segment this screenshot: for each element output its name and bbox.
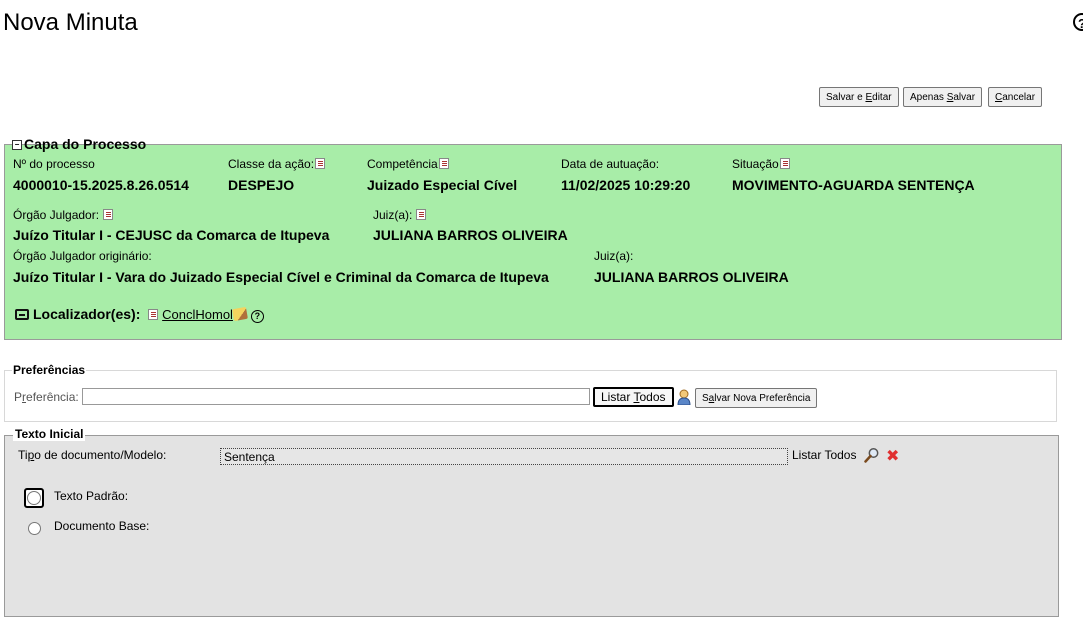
list-icon[interactable]	[779, 158, 790, 169]
button-label: alvar	[953, 91, 976, 103]
preferencias-legend: Preferências	[12, 363, 87, 377]
juiz-label: Juiz(a):	[373, 208, 427, 222]
button-label: Apenas	[910, 91, 947, 103]
locator-icon	[15, 309, 29, 320]
listar-todos-button[interactable]: Listar Todos	[593, 387, 674, 407]
juiz-value: JULIANA BARROS OLIVEIRA	[373, 227, 568, 243]
tipo-documento-input[interactable]: Sentença	[220, 448, 788, 465]
competencia-label: Competência	[367, 157, 449, 171]
label-part: o de documento/Modelo:	[34, 448, 167, 462]
classe-label-text: Classe da ação:	[228, 157, 315, 171]
texto-inicial-legend: Texto Inicial	[13, 427, 86, 441]
preferencia-label: Preferência:	[14, 390, 79, 404]
list-icon[interactable]	[438, 158, 449, 169]
button-label: ancelar	[1002, 91, 1036, 103]
competencia-label-text: Competência	[367, 157, 438, 171]
juiz-label-text: Juiz(a):	[373, 208, 413, 222]
competencia-value: Juizado Especial Cível	[367, 177, 518, 193]
localizador-row: Localizador(es): ConclHomol ?	[15, 306, 264, 323]
label-part: Ti	[18, 448, 28, 462]
autuacao-value: 11/02/2025 10:29:20	[561, 177, 691, 193]
edit-icon[interactable]	[232, 306, 248, 322]
button-label: S	[702, 392, 709, 404]
preferencia-input[interactable]	[82, 388, 590, 405]
salvar-editar-button[interactable]: Salvar e Editar	[819, 87, 899, 107]
juiz-originario-label: Juiz(a):	[594, 249, 634, 263]
help-icon[interactable]: ?	[250, 310, 264, 323]
tipo-documento-label: Tipo de documento/Modelo:	[18, 448, 166, 462]
help-icon[interactable]: ?	[1073, 13, 1083, 31]
capa-processo-legend[interactable]: − Capa do Processo	[12, 136, 146, 152]
orgao-originario-label: Órgão Julgador originário:	[13, 249, 152, 263]
situacao-label-text: Situação	[732, 157, 779, 171]
button-label: odos	[639, 390, 666, 404]
orgao-originario-value: Juízo Titular I - Vara do Juizado Especi…	[13, 269, 549, 285]
texto-padrao-label: Texto Padrão:	[54, 489, 129, 503]
button-label: lvar Nova Preferência	[714, 392, 811, 404]
localizador-label: Localizador(es):	[33, 306, 141, 322]
label-part: eferência:	[26, 390, 79, 404]
texto-padrao-radio[interactable]	[27, 491, 41, 505]
documento-base-label: Documento Base:	[54, 519, 150, 533]
apenas-salvar-button[interactable]: Apenas Salvar	[903, 87, 983, 107]
button-label: Listar	[601, 390, 634, 404]
situacao-value: MOVIMENTO-AGUARDA SENTENÇA	[732, 177, 975, 193]
button-label: ditar	[872, 91, 892, 103]
classe-label: Classe da ação:	[228, 157, 326, 171]
documento-base-radio[interactable]	[28, 522, 41, 535]
magnify-icon[interactable]	[864, 447, 880, 463]
list-icon[interactable]	[315, 158, 326, 169]
autuacao-label: Data de autuação:	[561, 157, 660, 171]
listar-todos-link[interactable]: Listar Todos	[792, 448, 856, 462]
classe-value: DESPEJO	[228, 177, 295, 193]
capa-processo-title: Capa do Processo	[24, 136, 147, 152]
processo-label: Nº do processo	[13, 157, 95, 171]
salvar-nova-preferencia-button[interactable]: Salvar Nova Preferência	[695, 388, 818, 408]
delete-icon[interactable]: ✖	[886, 446, 899, 466]
label-part: P	[14, 390, 23, 404]
page-title: Nova Minuta	[3, 9, 138, 36]
orgao-value: Juízo Titular I - CEJUSC da Comarca de I…	[13, 227, 330, 243]
list-icon[interactable]	[148, 309, 159, 320]
orgao-label: Órgão Julgador:	[13, 208, 114, 222]
orgao-label-text: Órgão Julgador:	[13, 208, 100, 222]
toggle-icon[interactable]: −	[12, 140, 22, 151]
list-icon[interactable]	[416, 209, 427, 220]
cancelar-button[interactable]: Cancelar	[988, 87, 1043, 107]
juiz-originario-value: JULIANA BARROS OLIVEIRA	[594, 269, 789, 285]
situacao-label: Situação	[732, 157, 790, 171]
processo-value: 4000010-15.2025.8.26.0514	[13, 177, 189, 193]
localizador-link[interactable]: ConclHomol	[162, 307, 233, 322]
button-label: Salvar e	[826, 91, 866, 103]
user-icon[interactable]	[677, 389, 691, 405]
list-icon[interactable]	[103, 209, 114, 220]
